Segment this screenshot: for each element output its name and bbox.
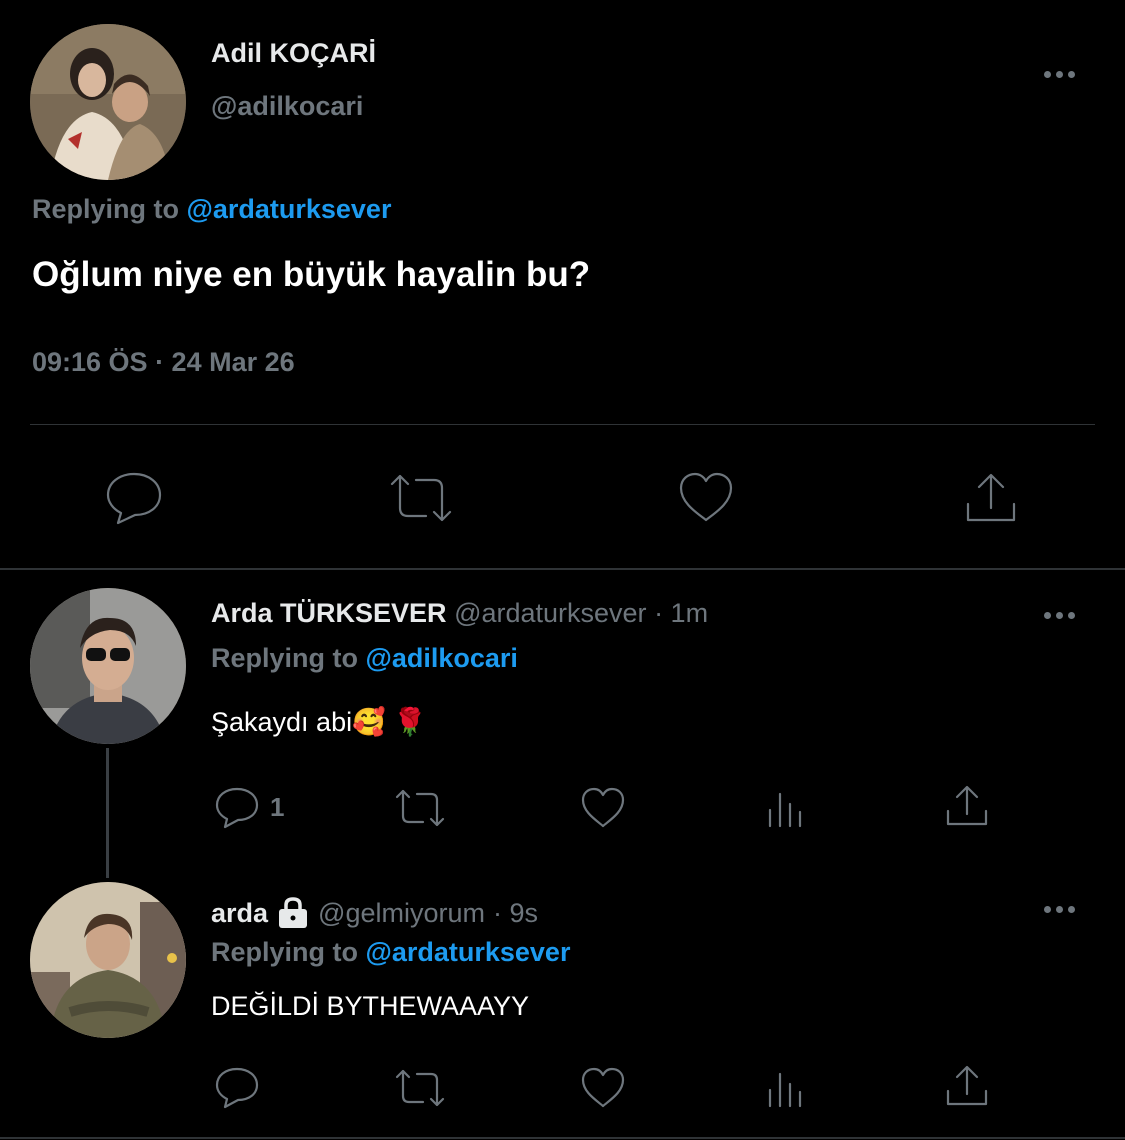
thread-line	[106, 748, 109, 878]
avatar-arda[interactable]	[30, 882, 186, 1038]
tweet-text: Oğlum niye en büyük hayalin bu?	[32, 255, 591, 294]
replying-to: Replying to @ardaturksever	[32, 194, 391, 225]
reply2-replying-prefix: Replying to	[211, 937, 358, 967]
reply2-share-icon[interactable]	[944, 1064, 990, 1108]
replying-prefix: Replying to	[32, 194, 179, 224]
reply1-replying-link[interactable]: @adilkocari	[366, 643, 518, 673]
more-options-button[interactable]	[1044, 71, 1075, 78]
section-divider	[0, 568, 1125, 570]
avatar-adil[interactable]	[30, 24, 186, 180]
reply2-more-button[interactable]	[1044, 906, 1075, 913]
reply2-replying-link[interactable]: @ardaturksever	[366, 937, 571, 967]
author-handle[interactable]: @adilkocari	[211, 91, 363, 122]
author-name[interactable]: Adil KOÇARİ	[211, 38, 376, 69]
divider	[30, 424, 1095, 425]
reply2-text: DEĞİLDİ BYTHEWAAAYY	[211, 991, 530, 1021]
reply2-handle[interactable]: @gelmiyorum	[318, 898, 485, 929]
bottom-divider	[0, 1137, 1125, 1139]
reply1-share-icon[interactable]	[944, 784, 990, 828]
reply2-like-icon[interactable]	[580, 1066, 626, 1110]
lock-icon	[276, 896, 310, 930]
reply1-replying-to: Replying to @adilkocari	[211, 643, 518, 674]
reply2-reply-icon[interactable]	[214, 1066, 260, 1110]
reply1-header: Arda TÜRKSEVER @ardaturksever · 1m	[211, 598, 708, 629]
like-icon[interactable]	[677, 470, 735, 526]
reply1-time[interactable]: · 1m	[654, 598, 708, 628]
reply1-reply-count: 1	[270, 792, 285, 822]
reply2-header: arda @gelmiyorum · 9s	[211, 896, 538, 930]
reply-icon[interactable]	[104, 470, 164, 526]
reply1-author-name[interactable]: Arda TÜRKSEVER	[211, 598, 447, 628]
reply1-like-icon[interactable]	[580, 786, 626, 830]
reply1-analytics-icon[interactable]	[766, 788, 806, 828]
reply2-replying-to: Replying to @ardaturksever	[211, 937, 570, 968]
retweet-icon[interactable]	[386, 470, 456, 526]
reply1-reply-icon[interactable]	[214, 786, 260, 830]
reply2-retweet-icon[interactable]	[392, 1066, 448, 1110]
reply2-analytics-icon[interactable]	[766, 1068, 806, 1108]
reply1-text: Şakaydı abi🥰 🌹	[211, 707, 427, 737]
replying-to-link[interactable]: @ardaturksever	[187, 194, 392, 224]
avatar-arda-turksever[interactable]	[30, 588, 186, 744]
tweet-timestamp[interactable]: 09:16 ÖS · 24 Mar 26	[32, 347, 295, 378]
reply1-handle[interactable]: @ardaturksever	[454, 598, 646, 628]
reply1-replying-prefix: Replying to	[211, 643, 358, 673]
share-icon[interactable]	[962, 470, 1020, 526]
reply1-more-button[interactable]	[1044, 612, 1075, 619]
reply2-time[interactable]: · 9s	[493, 898, 538, 929]
reply1-retweet-icon[interactable]	[392, 786, 448, 830]
reply2-author-name[interactable]: arda	[211, 898, 268, 929]
